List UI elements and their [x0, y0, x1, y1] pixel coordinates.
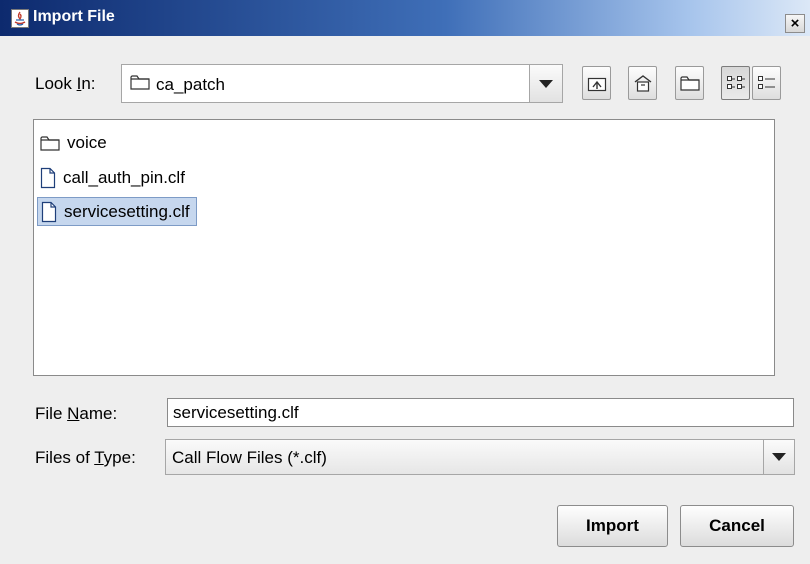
folder-icon	[130, 74, 150, 95]
new-folder-icon	[679, 76, 700, 91]
list-item[interactable]: voice	[37, 128, 113, 157]
list-item[interactable]: call_auth_pin.clf	[37, 163, 191, 192]
home-icon	[634, 75, 651, 92]
title-bar[interactable]: Import File ×	[0, 0, 810, 36]
details-view-icon	[757, 76, 775, 89]
java-app-icon	[11, 9, 29, 28]
new-folder-button[interactable]	[675, 66, 704, 100]
import-button[interactable]: Import	[557, 505, 668, 547]
file-icon	[40, 167, 56, 188]
list-view-icon	[726, 76, 745, 89]
look-in-combo[interactable]: ca_patch	[121, 64, 563, 103]
details-view-button[interactable]	[752, 66, 781, 100]
look-in-label: Look In:	[35, 74, 96, 93]
cancel-button[interactable]: Cancel	[680, 505, 794, 547]
window-title: Import File	[33, 8, 115, 25]
chevron-down-icon	[539, 79, 553, 88]
file-type-value: Call Flow Files (*.clf)	[172, 448, 327, 467]
file-name-text: servicesetting.clf	[64, 201, 190, 221]
look-in-dropdown-button[interactable]	[529, 65, 562, 102]
file-type-combo[interactable]: Call Flow Files (*.clf)	[165, 439, 795, 475]
file-name-text: voice	[67, 132, 107, 152]
list-item[interactable]: servicesetting.clf	[37, 197, 197, 226]
file-name-text: call_auth_pin.clf	[63, 167, 185, 187]
folder-icon	[40, 135, 60, 151]
up-folder-icon	[587, 77, 606, 92]
chevron-down-icon	[772, 453, 786, 461]
up-one-level-button[interactable]	[582, 66, 611, 100]
file-type-dropdown-button[interactable]	[763, 440, 794, 474]
file-icon	[41, 201, 57, 222]
close-button[interactable]: ×	[785, 14, 805, 33]
file-type-label: Files of Type:	[35, 448, 136, 467]
look-in-value: ca_patch	[156, 74, 225, 94]
file-list[interactable]: voice call_auth_pin.clf servicesetting.c…	[33, 119, 775, 376]
list-view-button[interactable]	[721, 66, 750, 100]
file-name-field[interactable]	[167, 398, 794, 427]
home-button[interactable]	[628, 66, 657, 100]
file-name-label: File Name:	[35, 404, 118, 423]
